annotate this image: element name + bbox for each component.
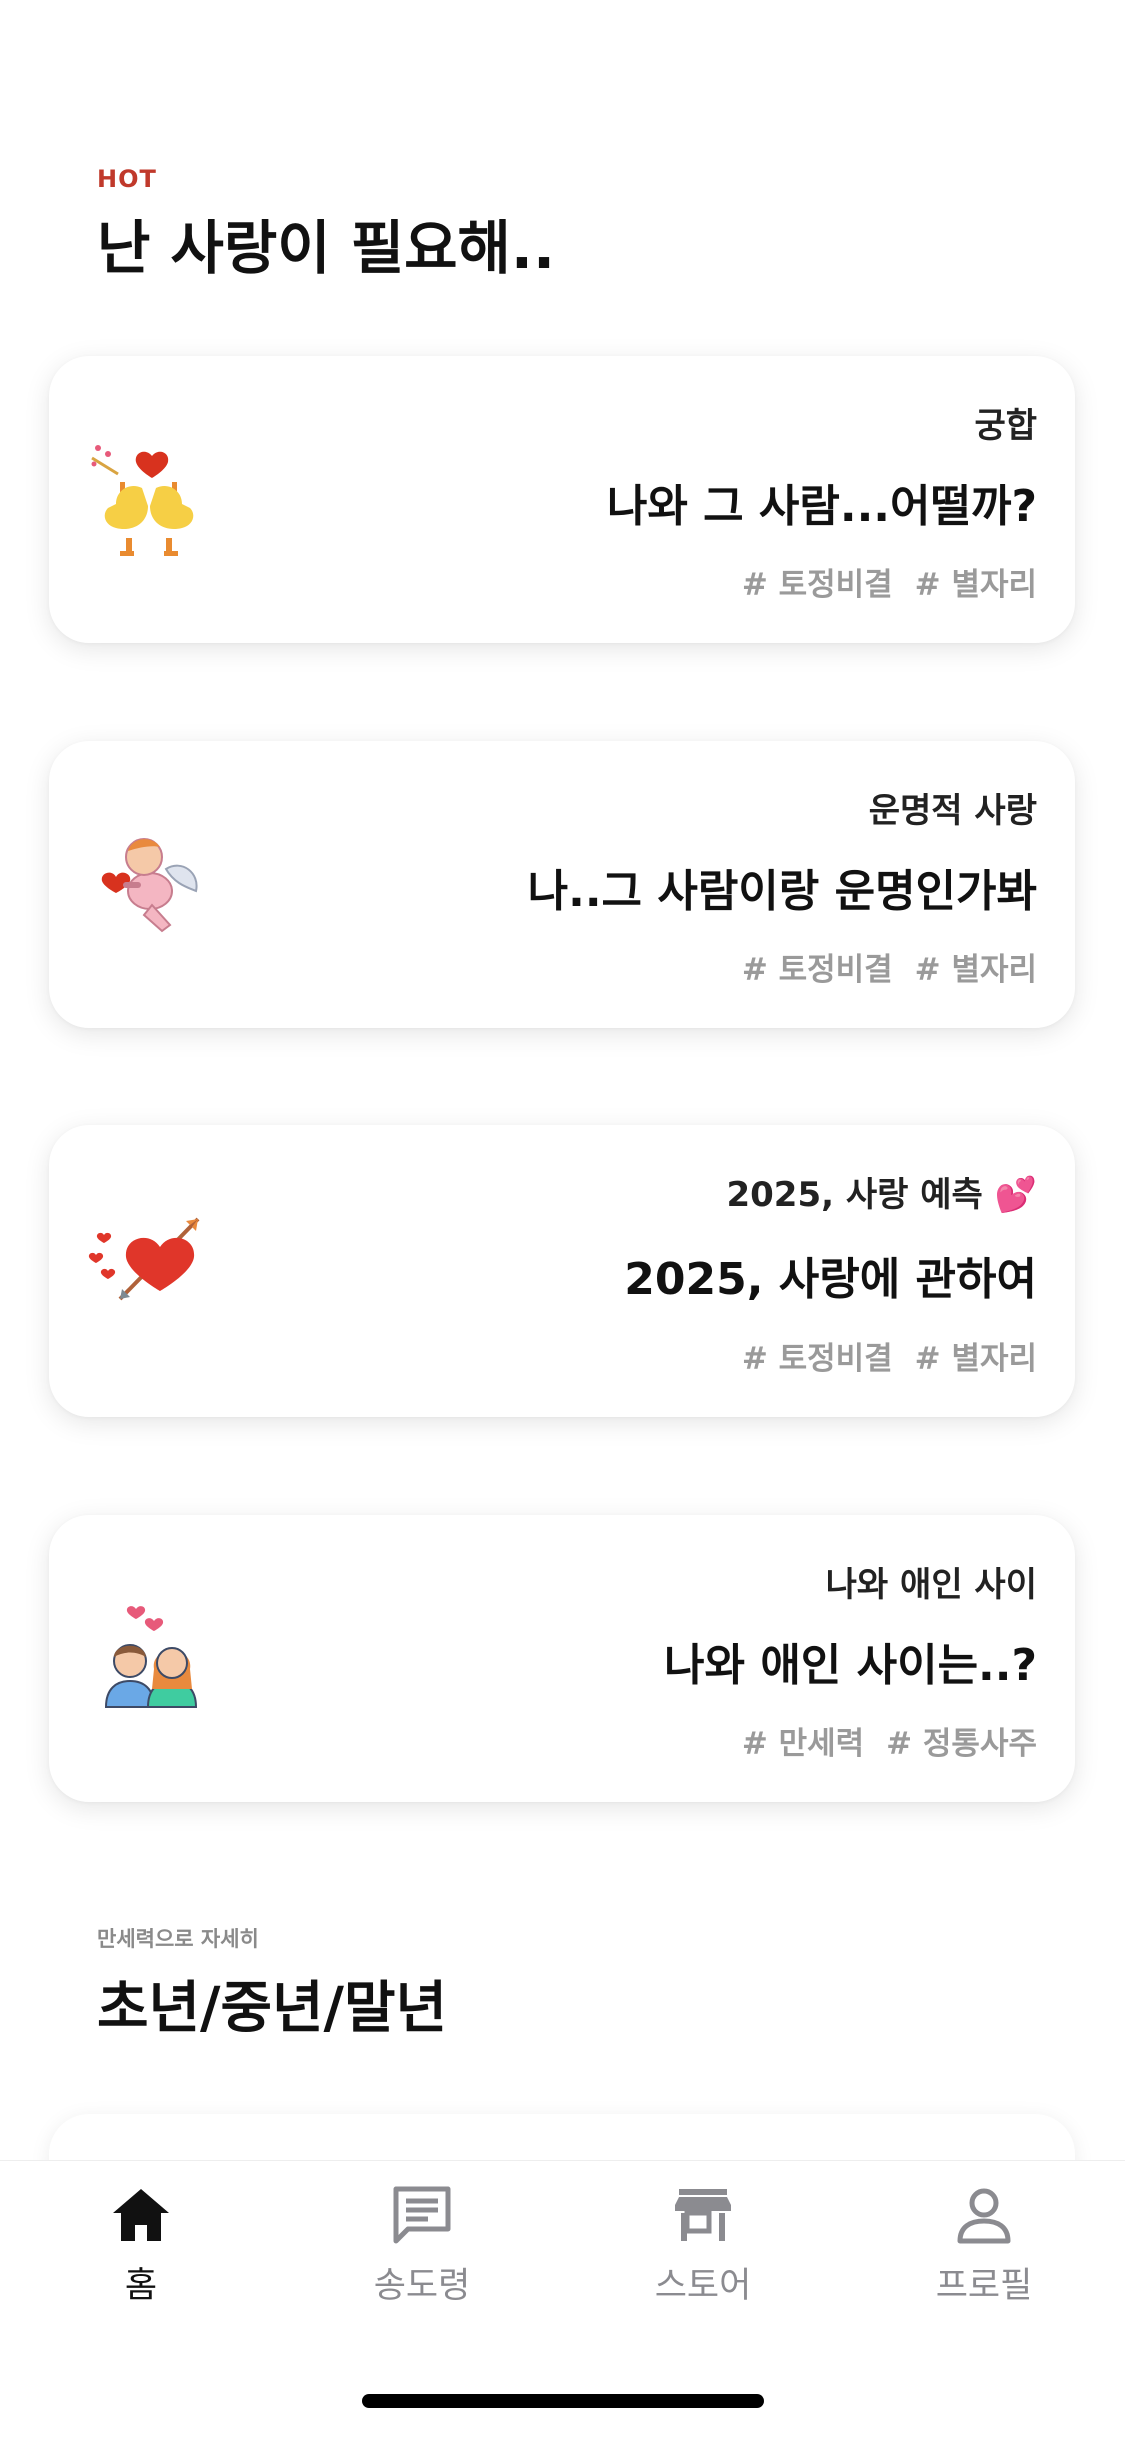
profile-icon	[957, 2188, 1011, 2244]
card-tags: # 만세력 # 정통사주	[720, 1718, 1037, 1763]
card-title: 나와 애인 사이는..?	[664, 1640, 1037, 1691]
tag: # 토정비결	[741, 567, 893, 603]
store-icon	[675, 2189, 731, 2241]
card-tags: # 토정비결 # 별자리	[720, 559, 1037, 604]
card-love-prediction[interactable]: 2025, 사랑 예측 💕 2025, 사랑에 관하여 # 토정비결 # 별자리	[49, 1125, 1075, 1417]
ducks-love-icon	[86, 434, 216, 564]
tag: # 별자리	[914, 952, 1037, 988]
card-category: 운명적 사랑	[868, 791, 1037, 831]
tag: # 만세력	[741, 1726, 865, 1762]
heart-arrow-icon	[86, 1205, 216, 1335]
tag: # 별자리	[914, 567, 1037, 603]
hot-eyebrow: HOT	[97, 165, 157, 193]
tab-label-profile: 프로필	[935, 2266, 1033, 2306]
tag: # 토정비결	[741, 952, 893, 988]
card-category: 나와 애인 사이	[825, 1565, 1037, 1605]
manse-section-header: 만세력으로 자세히 초년/중년/말년	[97, 1923, 447, 2044]
card-title: 나와 그 사람...어떨까?	[606, 481, 1037, 532]
cupid-icon	[86, 819, 216, 949]
card-category: 궁합	[974, 406, 1037, 446]
manse-section-title: 초년/중년/말년	[97, 1976, 448, 2041]
card-compatibility[interactable]: 궁합 나와 그 사람...어떨까? # 토정비결 # 별자리	[49, 356, 1075, 643]
home-icon	[113, 2189, 169, 2241]
tab-label-home: 홈	[124, 2266, 158, 2306]
card-category: 2025, 사랑 예측 💕	[726, 1175, 1037, 1215]
hot-section-title: 난 사랑이 필요해..	[97, 214, 555, 282]
tab-chat[interactable]: 송도령	[322, 2183, 522, 2333]
card-title: 2025, 사랑에 관하여	[624, 1254, 1037, 1305]
card-tags: # 토정비결 # 별자리	[720, 1333, 1037, 1378]
tab-label-store: 스토어	[654, 2266, 752, 2306]
card-tags: # 토정비결 # 별자리	[720, 944, 1037, 989]
chat-icon	[393, 2186, 451, 2244]
card-title: 나..그 사람이랑 운명인가봐	[527, 866, 1037, 917]
hot-section-header: HOT 난 사랑이 필요해..	[97, 165, 555, 285]
card-me-and-partner[interactable]: 나와 애인 사이 나와 애인 사이는..? # 만세력 # 정통사주	[49, 1515, 1075, 1802]
tag: # 정통사주	[886, 1726, 1037, 1762]
couple-icon	[86, 1595, 216, 1725]
tab-label-chat: 송도령	[373, 2266, 471, 2306]
manse-eyebrow: 만세력으로 자세히	[97, 1927, 259, 1951]
tab-home[interactable]: 홈	[41, 2183, 241, 2333]
tag: # 토정비결	[741, 1341, 893, 1377]
tab-store[interactable]: 스토어	[603, 2183, 803, 2333]
home-indicator	[362, 2394, 764, 2408]
tab-profile[interactable]: 프로필	[884, 2183, 1084, 2333]
card-destined-love[interactable]: 운명적 사랑 나..그 사람이랑 운명인가봐 # 토정비결 # 별자리	[49, 741, 1075, 1028]
tag: # 별자리	[914, 1341, 1037, 1377]
